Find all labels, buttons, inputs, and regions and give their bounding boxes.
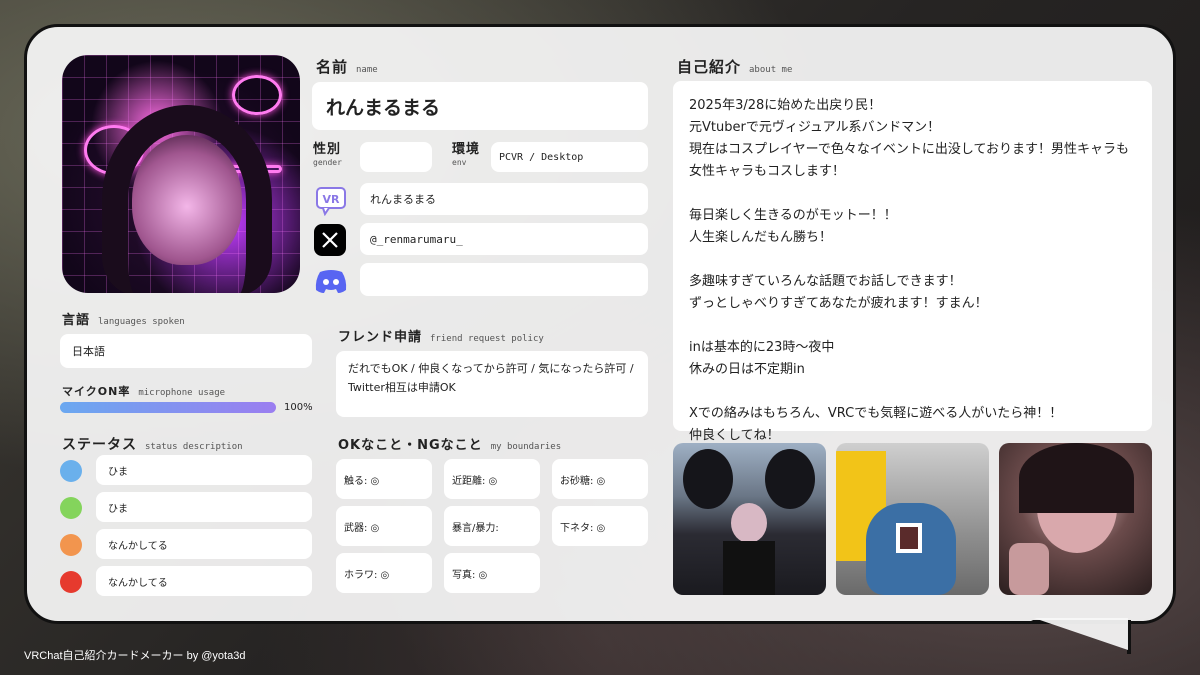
env-field: PCVR / Desktop bbox=[491, 142, 648, 172]
boundary-item-text: 武器: ◎ bbox=[344, 522, 380, 534]
status-color-dot bbox=[60, 571, 82, 593]
vrchat-field: れんまるまる bbox=[360, 183, 648, 215]
languages-label-sub: languages spoken bbox=[98, 317, 185, 327]
friend-request-label-sub: friend request policy bbox=[430, 334, 544, 344]
boundary-item: 近距離: ◎ bbox=[444, 459, 540, 499]
env-label-sub: env bbox=[452, 158, 467, 167]
x-value: @_renmarumaru_ bbox=[370, 232, 463, 246]
friend-request-label: フレンド申請 bbox=[338, 330, 423, 345]
gender-field bbox=[360, 142, 432, 172]
about-text: 2025年3/28に始めた出戻り民！ 元Vtuberで元ヴィジュアル系バンドマン… bbox=[689, 98, 1130, 443]
boundaries-label-row: OKなこと・NGなこと my boundaries bbox=[338, 434, 561, 453]
microphone-label: マイクON率 bbox=[62, 385, 131, 398]
photo-2 bbox=[836, 443, 989, 595]
boundary-item: お砂糖: ◎ bbox=[552, 459, 648, 499]
x-field: @_renmarumaru_ bbox=[360, 223, 648, 255]
microphone-label-row: マイクON率 microphone usage bbox=[62, 380, 225, 399]
env-label-group: 環境 env bbox=[452, 143, 480, 169]
boundary-item-text: 写真: ◎ bbox=[452, 569, 488, 581]
status-label-row: ステータス status description bbox=[62, 434, 243, 454]
boundary-item-text: 下ネタ: ◎ bbox=[560, 522, 606, 534]
gender-label: 性別 bbox=[313, 142, 342, 157]
boundaries-label: OKなこと・NGなこと bbox=[338, 438, 483, 453]
about-label-row: 自己紹介 about me bbox=[677, 56, 792, 77]
status-item: なんかしてる bbox=[96, 529, 312, 559]
microphone-label-sub: microphone usage bbox=[138, 388, 226, 398]
languages-label-row: 言語 languages spoken bbox=[62, 309, 185, 328]
photo-1 bbox=[673, 443, 826, 595]
env-label: 環境 bbox=[452, 142, 481, 157]
vrchat-icon: VR bbox=[313, 183, 349, 219]
status-color-dot bbox=[60, 534, 82, 556]
status-color-dot bbox=[60, 497, 82, 519]
photo-3 bbox=[999, 443, 1152, 595]
status-item-text: ひま bbox=[108, 466, 128, 478]
microphone-progress-bar bbox=[60, 402, 276, 413]
footer-credit: VRChat自己紹介カードメーカー by @yota3d bbox=[24, 650, 246, 662]
x-logo-icon bbox=[314, 224, 346, 256]
status-label-sub: status description bbox=[145, 442, 243, 452]
boundary-item: ホラワ: ◎ bbox=[336, 553, 432, 593]
boundary-item: 触る: ◎ bbox=[336, 459, 432, 499]
boundary-item: 暴言/暴力: bbox=[444, 506, 540, 546]
about-label: 自己紹介 bbox=[677, 58, 742, 76]
name-value: れんまるまる bbox=[326, 96, 441, 119]
boundary-item-text: 触る: ◎ bbox=[344, 475, 380, 487]
status-color-dot bbox=[60, 460, 82, 482]
discord-field bbox=[360, 263, 648, 296]
status-item: なんかしてる bbox=[96, 566, 312, 596]
status-item-text: なんかしてる bbox=[108, 540, 168, 552]
boundaries-label-sub: my boundaries bbox=[490, 442, 562, 452]
avatar-image bbox=[62, 55, 300, 293]
svg-text:VR: VR bbox=[323, 193, 341, 206]
languages-value: 日本語 bbox=[72, 345, 105, 358]
boundary-item-text: 近距離: ◎ bbox=[452, 475, 498, 487]
gender-label-sub: gender bbox=[313, 158, 342, 167]
name-label-sub: name bbox=[356, 65, 378, 75]
status-label: ステータス bbox=[62, 437, 137, 453]
name-field: れんまるまる bbox=[312, 82, 648, 130]
env-value: PCVR / Desktop bbox=[499, 151, 584, 163]
boundary-item: 写真: ◎ bbox=[444, 553, 540, 593]
vrchat-value: れんまるまる bbox=[370, 193, 436, 206]
boundary-item-text: 暴言/暴力: bbox=[452, 522, 499, 534]
status-item: ひま bbox=[96, 455, 312, 485]
friend-request-text: だれでもOK / 仲良くなってから許可 / 気になったら許可 / Twitter… bbox=[348, 362, 634, 394]
languages-field: 日本語 bbox=[60, 334, 312, 368]
speech-tail bbox=[1034, 618, 1128, 650]
friend-request-field: だれでもOK / 仲良くなってから許可 / 気になったら許可 / Twitter… bbox=[336, 351, 648, 417]
name-label: 名前 bbox=[316, 58, 349, 76]
status-item-text: なんかしてる bbox=[108, 577, 168, 589]
gender-label-group: 性別 gender bbox=[313, 143, 342, 169]
about-field: 2025年3/28に始めた出戻り民！ 元Vtuberで元ヴィジュアル系バンドマン… bbox=[673, 81, 1152, 443]
about-label-sub: about me bbox=[749, 65, 793, 75]
boundary-item-text: ホラワ: ◎ bbox=[344, 569, 390, 581]
languages-label: 言語 bbox=[62, 313, 91, 328]
microphone-percent: 100% bbox=[284, 402, 313, 413]
boundary-item: 下ネタ: ◎ bbox=[552, 506, 648, 546]
status-item-text: ひま bbox=[108, 503, 128, 515]
name-label-row: 名前 name bbox=[316, 56, 378, 77]
microphone-progress-fill bbox=[60, 402, 276, 413]
status-item: ひま bbox=[96, 492, 312, 522]
friend-request-label-row: フレンド申請 friend request policy bbox=[338, 326, 544, 345]
discord-icon bbox=[313, 263, 349, 299]
boundary-item: 武器: ◎ bbox=[336, 506, 432, 546]
boundary-item-text: お砂糖: ◎ bbox=[560, 475, 606, 487]
